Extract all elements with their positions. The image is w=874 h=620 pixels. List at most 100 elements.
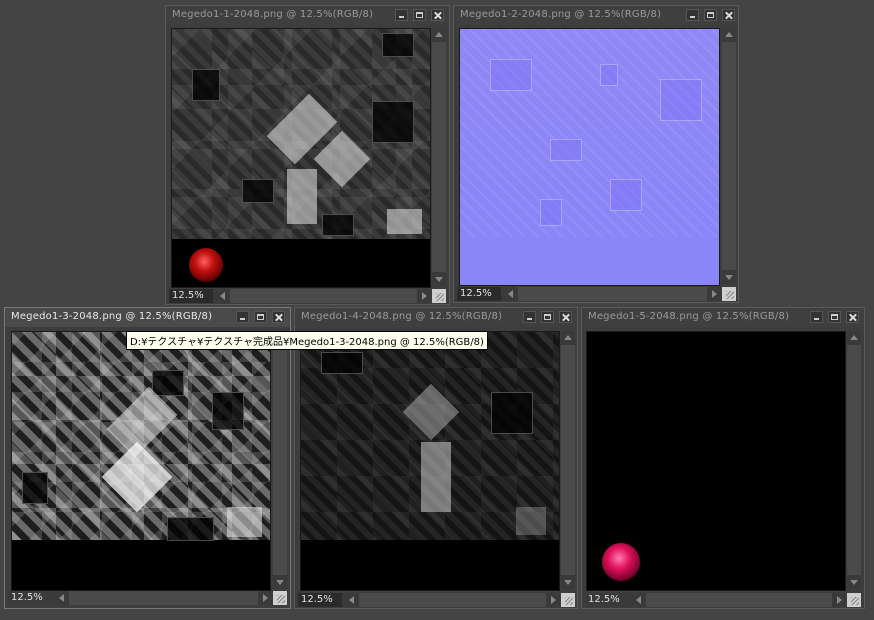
minimize-button[interactable] [810,311,823,323]
close-button[interactable] [272,311,285,323]
emissive-spot [602,543,640,581]
scroll-left-icon[interactable] [345,593,359,607]
minimize-icon [396,10,407,20]
scroll-left-icon[interactable] [504,287,518,301]
document-window-3[interactable]: Megedo1-3-2048.png @ 12.5%(RGB/8) 12.5% [4,307,291,609]
close-icon [432,10,443,20]
zoom-level[interactable]: 12.5% [298,593,342,607]
maximize-icon [414,10,425,20]
window-title: Megedo1-2-2048.png @ 12.5%(RGB/8) [460,9,662,20]
window-title: Megedo1-3-2048.png @ 12.5%(RGB/8) [11,311,213,322]
minimize-button[interactable] [236,311,249,323]
maximize-icon [542,312,553,322]
minimize-button[interactable] [686,9,699,21]
title-bar[interactable]: Megedo1-3-2048.png @ 12.5%(RGB/8) [5,308,290,327]
maximize-button[interactable] [413,9,426,21]
scroll-right-icon[interactable] [417,289,431,303]
title-bar[interactable]: Megedo1-5-2048.png @ 12.5%(RGB/8) [582,308,864,327]
scroll-down-icon[interactable] [847,575,861,589]
status-bar: 12.5% [169,289,431,303]
close-button[interactable] [846,311,859,323]
title-bar[interactable]: Megedo1-2-2048.png @ 12.5%(RGB/8) [454,6,738,25]
minimize-button[interactable] [523,311,536,323]
document-window-2[interactable]: Megedo1-2-2048.png @ 12.5%(RGB/8) 12.5% [453,5,739,303]
scroll-right-icon[interactable] [707,287,721,301]
maximize-button[interactable] [828,311,841,323]
horizontal-scrollbar[interactable] [504,287,721,301]
resize-grip-icon[interactable] [847,593,861,607]
status-bar: 12.5% [457,287,721,301]
minimize-icon [524,312,535,322]
title-bar[interactable]: Megedo1-4-2048.png @ 12.5%(RGB/8) [295,308,577,327]
zoom-level[interactable]: 12.5% [169,289,213,303]
maximize-button[interactable] [704,9,717,21]
window-title: Megedo1-1-2048.png @ 12.5%(RGB/8) [172,9,374,20]
image-canvas[interactable] [300,331,560,591]
resize-grip-icon[interactable] [432,289,446,303]
maximize-button[interactable] [541,311,554,323]
file-path-tooltip: D:¥テクスチャ¥テクスチャ完成品¥Megedo1-3-2048.png @ 1… [126,331,488,350]
horizontal-scrollbar[interactable] [345,593,560,607]
close-button[interactable] [431,9,444,21]
vertical-scrollbar[interactable] [432,28,446,286]
close-icon [560,312,571,322]
title-bar[interactable]: Megedo1-1-2048.png @ 12.5%(RGB/8) [166,6,449,25]
minimize-button[interactable] [395,9,408,21]
scroll-down-icon[interactable] [561,575,575,589]
zoom-level[interactable]: 12.5% [457,287,501,301]
document-window-4[interactable]: Megedo1-4-2048.png @ 12.5%(RGB/8) 12.5% [294,307,578,609]
status-bar: 12.5% [585,593,846,607]
close-button[interactable] [722,9,735,21]
vertical-scrollbar[interactable] [273,331,287,589]
close-button[interactable] [559,311,572,323]
minimize-icon [237,312,248,322]
scroll-down-icon[interactable] [432,272,446,286]
close-icon [723,10,734,20]
image-canvas[interactable] [171,28,431,288]
close-icon [273,312,284,322]
resize-grip-icon[interactable] [722,287,736,301]
document-window-5[interactable]: Megedo1-5-2048.png @ 12.5%(RGB/8) 12.5% [581,307,865,609]
scroll-left-icon[interactable] [632,593,646,607]
maximize-icon [705,10,716,20]
scroll-down-icon[interactable] [273,575,287,589]
vertical-scrollbar[interactable] [847,331,861,589]
scroll-left-icon[interactable] [216,289,230,303]
status-bar: 12.5% [298,593,560,607]
scroll-up-icon[interactable] [722,28,736,42]
resize-grip-icon[interactable] [561,593,575,607]
normal-map-image [460,29,719,237]
texture-image [301,332,559,540]
maximize-icon [829,312,840,322]
scroll-right-icon[interactable] [546,593,560,607]
minimize-icon [811,312,822,322]
document-window-1[interactable]: Megedo1-1-2048.png @ 12.5%(RGB/8) 12.5% [165,5,450,305]
vertical-scrollbar[interactable] [722,28,736,284]
scroll-up-icon[interactable] [561,331,575,345]
minimize-icon [687,10,698,20]
texture-image [12,332,270,541]
status-bar: 12.5% [8,591,272,605]
maximize-button[interactable] [254,311,267,323]
horizontal-scrollbar[interactable] [632,593,846,607]
scroll-up-icon[interactable] [432,28,446,42]
scroll-up-icon[interactable] [847,331,861,345]
scroll-left-icon[interactable] [55,591,69,605]
scroll-right-icon[interactable] [258,591,272,605]
horizontal-scrollbar[interactable] [216,289,431,303]
zoom-level[interactable]: 12.5% [585,593,629,607]
image-canvas[interactable] [459,28,720,286]
vertical-scrollbar[interactable] [561,331,575,589]
close-icon [847,312,858,322]
scroll-down-icon[interactable] [722,270,736,284]
scroll-right-icon[interactable] [832,593,846,607]
image-canvas[interactable] [586,331,846,591]
resize-grip-icon[interactable] [273,591,287,605]
maximize-icon [255,312,266,322]
window-title: Megedo1-5-2048.png @ 12.5%(RGB/8) [588,311,790,322]
image-canvas[interactable] [11,331,271,591]
zoom-level[interactable]: 12.5% [8,591,52,605]
emissive-spot [189,248,223,282]
horizontal-scrollbar[interactable] [55,591,272,605]
window-title: Megedo1-4-2048.png @ 12.5%(RGB/8) [301,311,503,322]
